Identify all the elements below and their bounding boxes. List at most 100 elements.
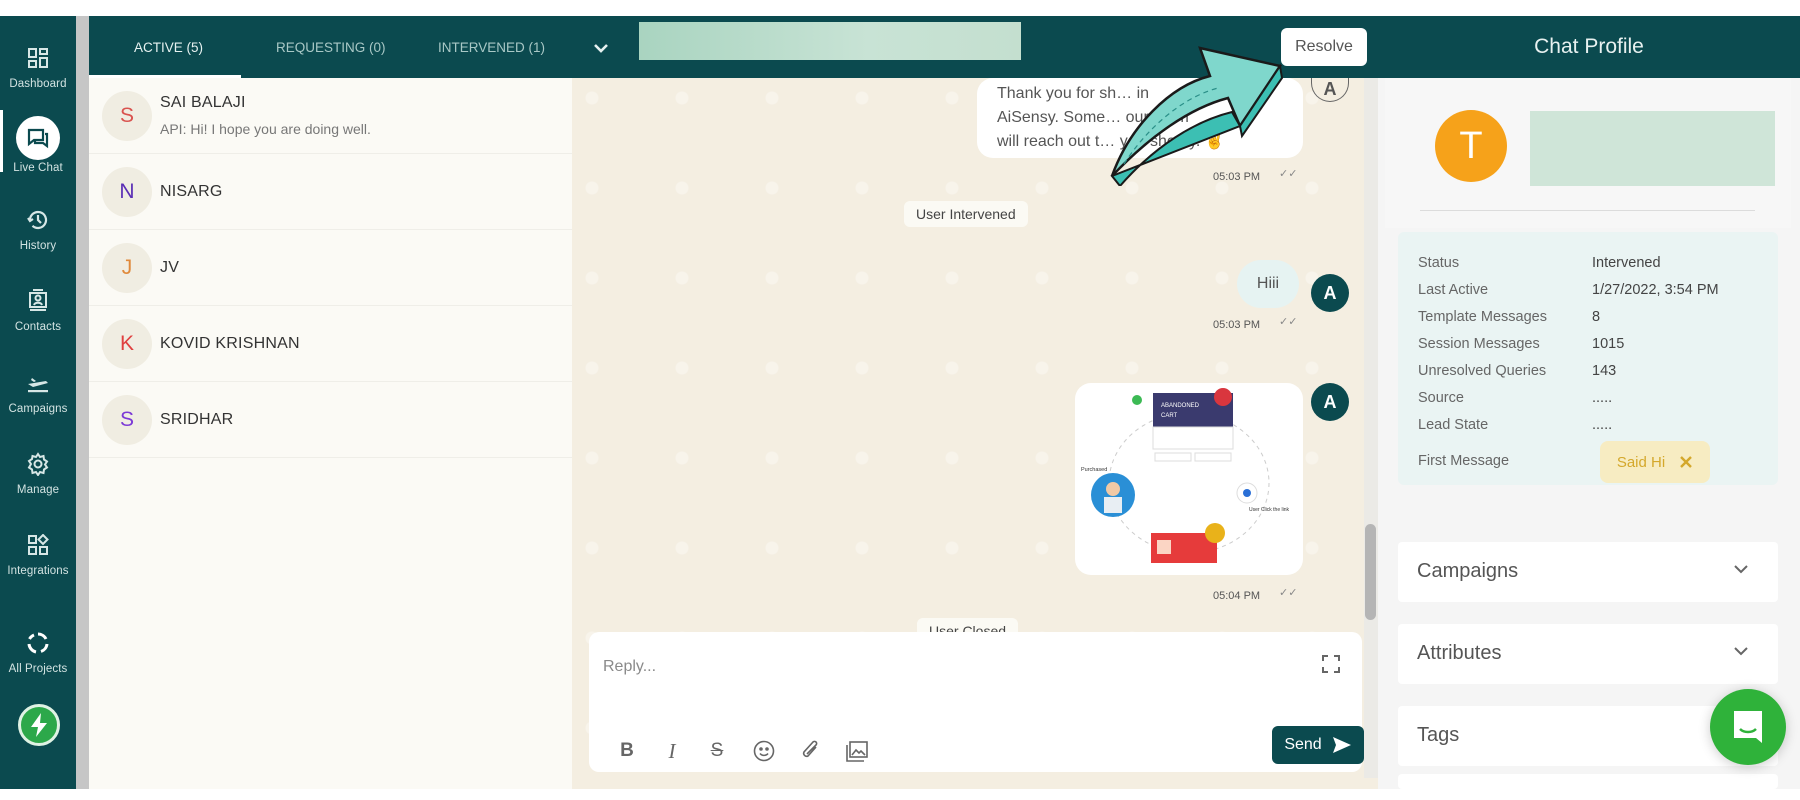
avatar: J (102, 243, 152, 293)
chat-list-item[interactable]: J JV (89, 230, 572, 306)
remove-tag-icon[interactable] (1679, 455, 1693, 469)
chevron-down-icon[interactable] (590, 37, 612, 59)
sidebar-item-contacts[interactable]: Contacts (0, 279, 76, 349)
campaign-plane-icon (24, 369, 52, 397)
scrollbar-thumb[interactable] (1365, 524, 1376, 620)
tab-intervened[interactable]: INTERVENED (1) (438, 16, 545, 78)
svg-text:Purchased: Purchased (1081, 467, 1107, 473)
media-gallery-icon[interactable] (845, 738, 869, 764)
profile-avatar: T (1435, 110, 1507, 182)
info-value-status: Intervened (1592, 255, 1661, 271)
avatar: K (102, 319, 152, 369)
strikethrough-icon[interactable]: S (705, 738, 729, 764)
sidebar-item-integrations[interactable]: Integrations (0, 523, 76, 593)
chat-name: KOVID KRISHNAN (160, 335, 300, 352)
divider (1420, 210, 1755, 211)
chat-list-item[interactable]: K KOVID KRISHNAN (89, 306, 572, 382)
agent-avatar: A (1311, 383, 1349, 421)
sidebar-item-label: Dashboard (9, 78, 67, 90)
sidebar-item-label: Integrations (7, 565, 69, 577)
sidebar-item-label: History (19, 240, 57, 252)
info-label-status: Status (1418, 255, 1460, 271)
avatar-initial: T (1459, 124, 1483, 167)
sidebar-item-campaigns[interactable]: Campaigns (0, 361, 76, 431)
section-attributes[interactable]: Attributes (1398, 624, 1778, 684)
sidebar-item-label: Manage (16, 484, 60, 496)
profile-title: Chat Profile (1378, 16, 1800, 78)
message-bubble: Hiii (1237, 260, 1299, 308)
double-check-icon: ✓✓ (1279, 316, 1298, 328)
redacted-profile-details (1530, 111, 1775, 186)
chat-list-item[interactable]: S SAI BALAJI API: Hi! I hope you are doi… (89, 78, 572, 154)
info-value-template-messages: 8 (1592, 309, 1601, 325)
sidebar-item-live-chat[interactable]: Live Chat (0, 116, 76, 186)
chat-list-item[interactable]: S SRIDHAR (89, 382, 572, 458)
sidebar-item-label: All Projects (8, 663, 68, 675)
help-chat-icon (1734, 711, 1762, 743)
chat-list-item[interactable]: N NISARG (89, 154, 572, 230)
reply-composer: B I S Send (589, 632, 1364, 772)
help-chat-button[interactable] (1710, 689, 1786, 765)
message-time: 05:04 PM (1213, 590, 1261, 602)
sidebar-item-label: Live Chat (13, 162, 63, 174)
conversation-scrollbar[interactable] (1364, 78, 1378, 778)
info-label-lead-state: Lead State (1418, 417, 1489, 433)
system-event-user-intervened: User Intervened (904, 201, 1028, 227)
main-sidebar: Dashboard Live Chat History Contacts Cam… (0, 16, 76, 789)
info-value-source: ..... (1592, 390, 1613, 406)
first-message-tag: Said Hi (1600, 441, 1710, 483)
chevron-down-icon (1732, 562, 1750, 581)
double-check-icon: ✓✓ (1279, 587, 1298, 599)
chat-name: SAI BALAJI (160, 94, 246, 111)
avatar-initial: K (119, 332, 134, 355)
info-value-lead-state: ..... (1592, 417, 1613, 433)
avatar: S (102, 395, 152, 445)
sidebar-item-manage[interactable]: Manage (0, 442, 76, 512)
sidebar-item-all-projects[interactable]: All Projects (0, 621, 76, 691)
sidebar-divider (76, 16, 89, 789)
chat-preview: API: Hi! I hope you are doing well. (160, 121, 371, 137)
avatar-initial: S (119, 408, 134, 431)
tab-active[interactable]: ACTIVE (5) (134, 16, 203, 78)
sidebar-item-label: Contacts (14, 321, 62, 333)
chat-name: NISARG (160, 183, 223, 200)
section-campaigns[interactable]: Campaigns (1398, 542, 1778, 602)
info-value-last-active: 1/27/2022, 3:54 PM (1592, 282, 1719, 298)
svg-text:CART: CART (1161, 413, 1178, 419)
section-label: Attributes (1417, 642, 1502, 664)
send-button[interactable]: Send (1272, 726, 1364, 764)
tag-label: Said Hi (1616, 453, 1666, 471)
expand-icon[interactable] (1321, 654, 1341, 674)
avatar-initial: J (121, 256, 133, 279)
sidebar-item-dashboard[interactable]: Dashboard (0, 36, 76, 106)
svg-text:ABANDONED: ABANDONED (1161, 403, 1200, 409)
italic-icon[interactable]: I (660, 738, 684, 764)
avatar: N (102, 167, 152, 217)
svg-text:User Click the link: User Click the link (1249, 507, 1290, 513)
info-label-template-messages: Template Messages (1418, 309, 1547, 325)
message-time: 05:03 PM (1213, 319, 1261, 331)
double-check-icon: ✓✓ (1279, 168, 1298, 180)
attachment-icon[interactable] (799, 738, 823, 764)
contacts-icon (24, 287, 52, 315)
history-icon (24, 206, 52, 234)
message-image-bubble[interactable]: ABANDONED CART Purchased User Click the … (1075, 383, 1303, 575)
bold-icon[interactable]: B (615, 738, 639, 764)
resolve-button[interactable]: Resolve (1281, 28, 1367, 66)
abandoned-cart-illustration: ABANDONED CART Purchased User Click the … (1081, 388, 1290, 563)
agent-initial: A (1323, 282, 1337, 303)
info-label-source: Source (1418, 390, 1464, 406)
chat-icon (16, 116, 60, 160)
send-arrow-icon (1332, 737, 1351, 753)
section-more (1398, 774, 1778, 789)
message-time: 05:03 PM (1213, 171, 1261, 183)
avatar: S (102, 91, 152, 141)
reply-input[interactable] (603, 654, 1243, 680)
tab-requesting[interactable]: REQUESTING (0) (276, 16, 386, 78)
section-label: Campaigns (1417, 560, 1519, 582)
bolt-logo-icon[interactable] (18, 704, 60, 746)
avatar-initial: N (119, 180, 135, 203)
emoji-icon[interactable] (752, 738, 776, 764)
live-chat-app: Dashboard Live Chat History Contacts Cam… (0, 16, 1800, 789)
sidebar-item-history[interactable]: History (0, 198, 76, 268)
